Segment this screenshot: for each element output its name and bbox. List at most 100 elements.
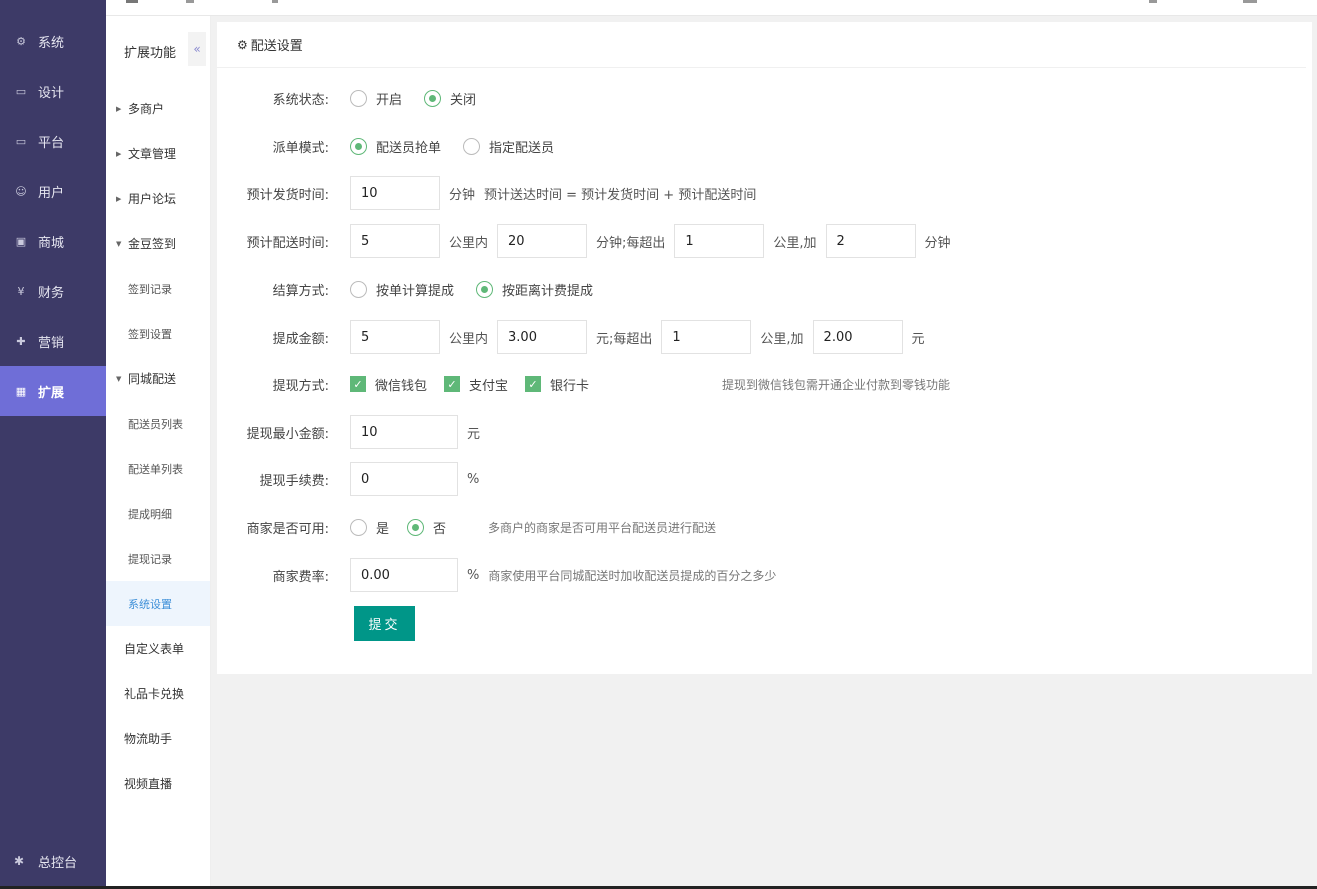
radio-dispatch-grab[interactable]: 配送员抢单 [350, 137, 441, 156]
withdraw-hint: 提现到微信钱包需开通企业付款到零钱功能 [722, 377, 951, 392]
submenu-item-withdraw-records[interactable]: 提现记录 [106, 536, 210, 581]
radio-label: 关闭 [450, 92, 477, 108]
submenu-label: 多商户 [128, 102, 165, 116]
radio-label: 开启 [376, 92, 403, 108]
unit-text: 公里内 [449, 331, 489, 347]
menu-icon[interactable] [126, 0, 138, 3]
submenu-item-delivery-orders[interactable]: 配送单列表 [106, 446, 210, 491]
submenu-item-commission-details[interactable]: 提成明细 [106, 491, 210, 536]
delivery-extra-km-input[interactable]: 1 [674, 224, 765, 258]
commission-extra-km-input[interactable]: 1 [661, 320, 752, 354]
field-label: 派单模式: [272, 140, 329, 156]
submenu-group-forum[interactable]: ▶ 用户论坛 [106, 176, 210, 221]
nav-item-design[interactable]: ▭ 设计 [0, 66, 106, 116]
min-withdraw-input[interactable]: 10 [350, 415, 458, 449]
row-commission: 提成金额: 5 公里内 3.00 元;每超出 1 公里,加 2.00 元 [217, 320, 934, 354]
nav-item-dashboard[interactable]: ✱ 总控台 [0, 836, 106, 886]
caret-right-icon: ▶ [116, 149, 122, 158]
submenu-group-local-delivery[interactable]: ▼ 同城配送 [106, 356, 210, 401]
submenu-group-checkin[interactable]: ▼ 金豆签到 [106, 221, 210, 266]
caret-right-icon: ▶ [116, 104, 122, 113]
delivery-km-input[interactable]: 5 [350, 224, 440, 258]
field-label: 结算方式: [272, 283, 329, 299]
submenu-label: 自定义表单 [124, 642, 185, 656]
nav-label: 扩展 [38, 385, 65, 401]
submenu-label: 签到设置 [128, 327, 172, 341]
header-icon[interactable] [1243, 0, 1257, 3]
radio-settle-per-order[interactable]: 按单计算提成 [350, 280, 454, 299]
nav-item-shop[interactable]: ▣ 商城 [0, 216, 106, 266]
submenu-item-courier-list[interactable]: 配送员列表 [106, 401, 210, 446]
radio-label: 配送员抢单 [376, 140, 442, 156]
radio-circle-checked [407, 518, 425, 536]
unit-text: 分钟;每超出 [596, 235, 666, 251]
checkbox-bank-card[interactable]: ✓ 银行卡 [525, 375, 589, 394]
header-icon[interactable] [272, 0, 278, 3]
submenu-item-checkin-settings[interactable]: 签到设置 [106, 311, 210, 356]
unit-text: 公里内 [449, 235, 489, 251]
panel-title: 配送设置 [250, 39, 303, 54]
commission-amount-input[interactable]: 3.00 [497, 320, 588, 354]
submit-button[interactable]: 提交 [354, 606, 415, 641]
unit-text: 元;每超出 [596, 331, 653, 347]
submenu-item-checkin-records[interactable]: 签到记录 [106, 266, 210, 311]
submenu-item-gift-card[interactable]: 礼品卡兑换 [106, 671, 210, 716]
nav-item-user[interactable]: ☺ 用户 [0, 166, 106, 216]
withdraw-fee-input[interactable]: 0 [350, 462, 458, 496]
main-sidebar: ⚙ 系统 ▭ 设计 ▭ 平台 ☺ 用户 ▣ 商城 ¥ 财务 ✚ 营销 ▦ 扩展 … [0, 0, 106, 886]
submenu-group-multi-merchant[interactable]: ▶ 多商户 [106, 86, 210, 131]
nav-item-system[interactable]: ⚙ 系统 [0, 16, 106, 66]
row-dispatch-mode: 派单模式: 配送员抢单 指定配送员 [217, 129, 576, 163]
checkbox-wechat-wallet[interactable]: ✓ 微信钱包 [350, 375, 427, 394]
submenu-label: 金豆签到 [128, 237, 177, 251]
ship-time-input[interactable]: 10 [350, 176, 440, 210]
collapse-icon[interactable]: « [188, 32, 206, 66]
submenu-label: 配送单列表 [128, 462, 183, 476]
submenu-item-live-video[interactable]: 视频直播 [106, 761, 210, 806]
submenu-item-system-settings[interactable]: 系统设置 [106, 581, 210, 626]
delivery-minutes-input[interactable]: 20 [497, 224, 588, 258]
radio-merchant-no[interactable]: 否 [407, 518, 446, 537]
caret-right-icon: ▶ [116, 194, 122, 203]
gift-icon: ✚ [16, 334, 26, 348]
nav-label: 营销 [38, 335, 65, 351]
grid-icon: ▦ [15, 384, 27, 398]
nav-bottom-label: 总控台 [38, 855, 78, 871]
shop-icon: ▣ [15, 234, 27, 248]
submenu-item-custom-form[interactable]: 自定义表单 [106, 626, 210, 671]
submenu-item-logistics[interactable]: 物流助手 [106, 716, 210, 761]
header-icon[interactable] [186, 0, 194, 3]
merchant-rate-input[interactable]: 0.00 [350, 558, 458, 592]
radio-dispatch-assign[interactable]: 指定配送员 [463, 137, 554, 156]
field-label: 提现最小金额: [246, 426, 329, 442]
sub-sidebar: 扩展功能 « ▶ 多商户 ▶ 文章管理 ▶ 用户论坛 ▼ 金豆签到 签到记录 签到设置 … [106, 16, 211, 886]
radio-merchant-yes[interactable]: 是 [350, 518, 389, 537]
radio-settle-by-distance[interactable]: 按距离计费提成 [476, 280, 593, 299]
nav-item-platform[interactable]: ▭ 平台 [0, 116, 106, 166]
checkbox-alipay[interactable]: ✓ 支付宝 [444, 375, 508, 394]
nav-label: 系统 [38, 35, 65, 51]
unit-text: % [467, 567, 480, 583]
radio-circle [350, 280, 367, 298]
radio-status-off[interactable]: 关闭 [424, 89, 476, 108]
delivery-extra-minutes-input[interactable]: 2 [825, 224, 916, 258]
nav-item-marketing[interactable]: ✚ 营销 [0, 316, 106, 366]
nav-item-extend[interactable]: ▦ 扩展 [0, 366, 106, 416]
header-icon[interactable] [1149, 0, 1157, 3]
radio-circle-checked [350, 137, 367, 155]
user-icon: ☺ [15, 184, 27, 198]
yen-icon: ¥ [17, 284, 25, 298]
radio-status-on[interactable]: 开启 [350, 89, 402, 108]
ship-time-note: 预计送达时间 = 预计发货时间 + 预计配送时间 [484, 187, 757, 203]
unit-text: 分钟 [924, 235, 951, 251]
field-label: 预计发货时间: [246, 187, 329, 203]
merchant-available-hint: 多商户的商家是否可用平台配送员进行配送 [488, 520, 717, 535]
submenu-group-articles[interactable]: ▶ 文章管理 [106, 131, 210, 176]
commission-extra-amount-input[interactable]: 2.00 [812, 320, 903, 354]
radio-circle [463, 137, 481, 155]
field-label: 提现手续费: [259, 473, 329, 489]
row-ship-time: 预计发货时间: 10 分钟 预计送达时间 = 预计发货时间 + 预计配送时间 [217, 176, 765, 210]
commission-km-input[interactable]: 5 [350, 320, 440, 354]
nav-item-finance[interactable]: ¥ 财务 [0, 266, 106, 316]
unit-text: 元 [467, 426, 481, 442]
